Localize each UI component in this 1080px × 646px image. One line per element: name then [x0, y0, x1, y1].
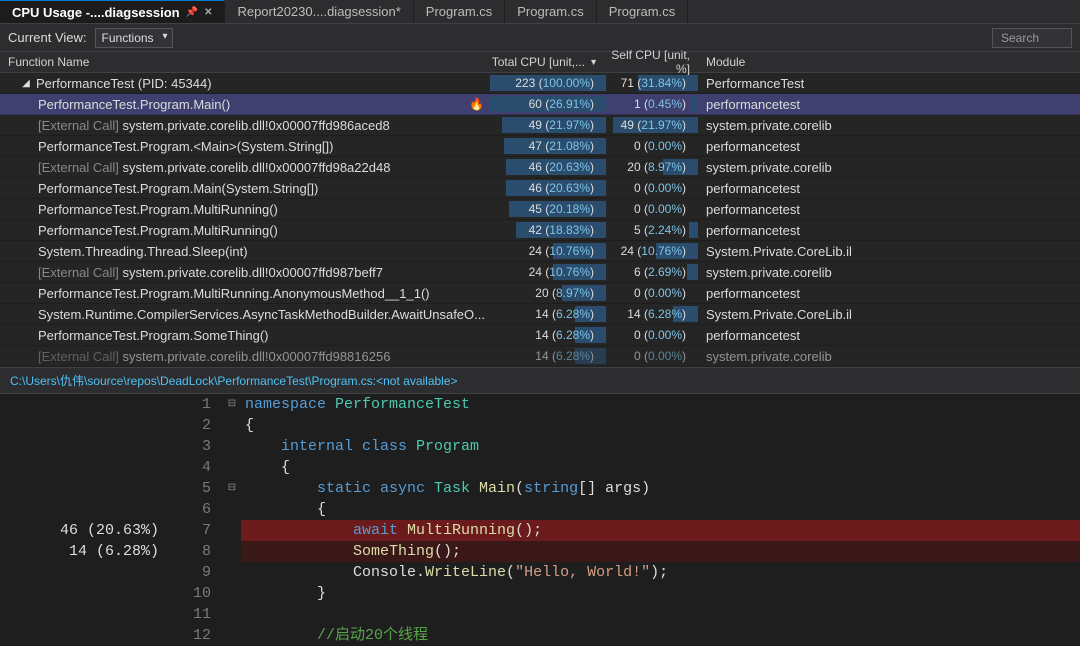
document-tab[interactable]: Report20230....diagsession* — [225, 0, 413, 23]
line-numbers: 123456789101112 — [165, 394, 223, 646]
table-row[interactable]: [External Call] system.private.corelib.d… — [0, 262, 1080, 283]
search-input[interactable]: Search — [992, 28, 1072, 48]
table-header: Function Name Total CPU [unit,...▼ Self … — [0, 52, 1080, 73]
document-tab[interactable]: Program.cs — [414, 0, 505, 23]
table-row[interactable]: PerformanceTest.Program.Main()🔥60 (26.91… — [0, 94, 1080, 115]
col-function-name[interactable]: Function Name — [0, 55, 490, 69]
table-row[interactable]: [External Call] system.private.corelib.d… — [0, 346, 1080, 367]
toolbar: Current View: Functions Search — [0, 24, 1080, 52]
table-row[interactable]: [External Call] system.private.corelib.d… — [0, 157, 1080, 178]
col-module[interactable]: Module — [698, 55, 1080, 69]
col-total-cpu[interactable]: Total CPU [unit,...▼ — [490, 55, 606, 69]
table-row[interactable]: PerformanceTest.Program.<Main>(System.St… — [0, 136, 1080, 157]
view-select[interactable]: Functions — [95, 28, 173, 48]
col-self-cpu[interactable]: Self CPU [unit, %] — [606, 48, 698, 76]
metric-gutter: 46 (20.63%) 14 (6.28%) — [0, 394, 165, 646]
source-path: C:\Users\仇伟\source\repos\DeadLock\Perfor… — [0, 367, 1080, 394]
document-tab[interactable]: Program.cs — [597, 0, 688, 23]
document-tabs: CPU Usage -....diagsession📌✕Report20230.… — [0, 0, 1080, 24]
table-row[interactable]: System.Threading.Thread.Sleep(int)24 (10… — [0, 241, 1080, 262]
hotpath-icon: 🔥 — [469, 97, 490, 111]
pin-icon[interactable]: 📌 — [186, 7, 198, 18]
fold-icon[interactable]: ⊟ — [223, 394, 241, 415]
close-icon[interactable]: ✕ — [204, 7, 212, 18]
code-lines[interactable]: namespace PerformanceTest { internal cla… — [241, 394, 1080, 646]
table-row[interactable]: PerformanceTest.Program.MultiRunning()42… — [0, 220, 1080, 241]
document-tab[interactable]: Program.cs — [505, 0, 596, 23]
table-row[interactable]: [External Call] system.private.corelib.d… — [0, 115, 1080, 136]
fold-gutter: ⊟ ⊟ — [223, 394, 241, 646]
metric-line-8: 14 (6.28%) — [0, 541, 165, 562]
table-row[interactable]: System.Runtime.CompilerServices.AsyncTas… — [0, 304, 1080, 325]
code-pane: 46 (20.63%) 14 (6.28%) 123456789101112 ⊟… — [0, 394, 1080, 646]
table-row[interactable]: PerformanceTest.Program.MultiRunning()45… — [0, 199, 1080, 220]
document-tab[interactable]: CPU Usage -....diagsession📌✕ — [0, 0, 225, 23]
expand-icon[interactable]: ◢ — [20, 78, 32, 89]
metric-line-7: 46 (20.63%) — [0, 520, 165, 541]
sort-desc-icon: ▼ — [589, 57, 598, 67]
current-view-label: Current View: — [8, 30, 87, 45]
table-row[interactable]: PerformanceTest.Program.MultiRunning.Ano… — [0, 283, 1080, 304]
table-row[interactable]: PerformanceTest.Program.SomeThing()14 (6… — [0, 325, 1080, 346]
table-row[interactable]: ◢PerformanceTest (PID: 45344)223 (100.00… — [0, 73, 1080, 94]
functions-table: Function Name Total CPU [unit,...▼ Self … — [0, 52, 1080, 367]
table-row[interactable]: PerformanceTest.Program.Main(System.Stri… — [0, 178, 1080, 199]
fold-icon[interactable]: ⊟ — [223, 478, 241, 499]
